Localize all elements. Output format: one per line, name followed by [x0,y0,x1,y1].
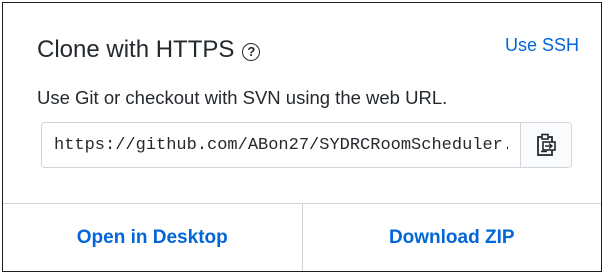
clone-panel: Clone with HTTPS ? Use SSH Use Git or ch… [2,2,602,272]
clipboard-icon [537,133,556,156]
use-ssh-link[interactable]: Use SSH [505,35,579,56]
open-in-desktop-button[interactable]: Open in Desktop [3,204,302,271]
copy-url-button[interactable] [520,123,571,167]
question-circle-icon[interactable]: ? [242,42,261,61]
clone-url-group [41,122,572,168]
clone-header: Clone with HTTPS ? [37,36,261,64]
clone-footer: Open in Desktop Download ZIP [3,203,601,271]
clone-description: Use Git or checkout with SVN using the w… [37,87,448,108]
download-zip-button[interactable]: Download ZIP [301,204,602,271]
clone-url-input[interactable] [42,123,520,167]
clone-title: Clone with HTTPS [37,36,235,63]
